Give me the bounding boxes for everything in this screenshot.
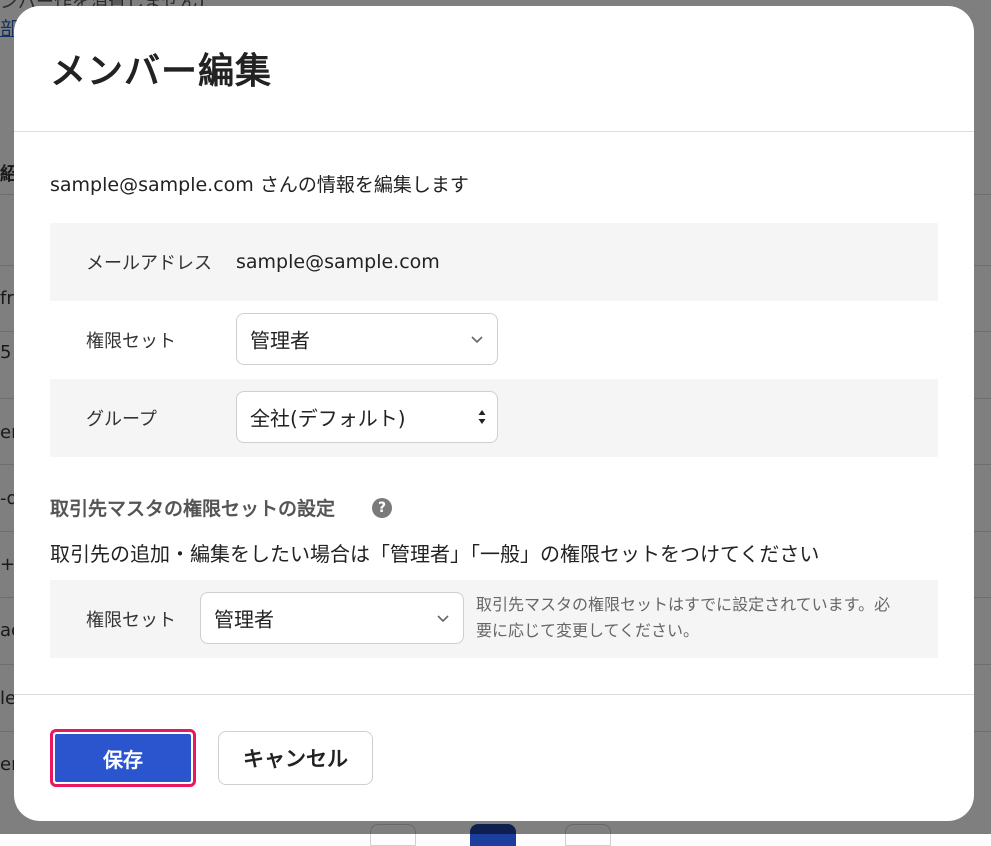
- chevron-down-icon: [437, 615, 449, 623]
- cancel-button[interactable]: キャンセル: [218, 731, 373, 785]
- supplier-permission-select[interactable]: 管理者: [200, 592, 464, 644]
- email-value: sample@sample.com: [236, 251, 440, 273]
- supplier-permission-row: 権限セット 管理者 取引先マスタの権限セットはすでに設定されています。必要に応じ…: [50, 580, 938, 658]
- dialog-header: メンバー編集: [14, 6, 974, 132]
- up-down-arrows-icon: [478, 410, 486, 424]
- permission-selected-value: 管理者: [250, 328, 310, 353]
- supplier-permission-selected-value: 管理者: [214, 607, 274, 632]
- permission-label: 権限セット: [86, 331, 176, 352]
- group-label: グループ: [86, 409, 157, 430]
- group-selected-value: 全社(デフォルト): [250, 406, 406, 431]
- dialog-intro-text: sample@sample.com さんの情報を編集します: [50, 174, 469, 196]
- supplier-permission-note: 取引先マスタの権限セットはすでに設定されています。必要に応じて変更してください。: [476, 595, 891, 640]
- group-row: グループ 全社(デフォルト): [50, 379, 938, 457]
- save-button[interactable]: 保存: [50, 729, 196, 787]
- email-label: メールアドレス: [86, 253, 212, 274]
- help-icon[interactable]: ?: [372, 498, 392, 518]
- supplier-section-description: 取引先の追加・編集をしたい場合は「管理者」「一般」の権限セットをつけてください: [50, 542, 820, 566]
- save-button-label: 保存: [55, 734, 191, 782]
- email-row: メールアドレス sample@sample.com: [50, 223, 938, 301]
- member-edit-dialog: メンバー編集 sample@sample.com さんの情報を編集します メール…: [14, 6, 974, 821]
- supplier-permission-label: 権限セット: [86, 610, 176, 631]
- permission-select[interactable]: 管理者: [236, 313, 498, 365]
- supplier-section-title: 取引先マスタの権限セットの設定: [50, 498, 336, 520]
- dialog-title: メンバー編集: [50, 51, 273, 92]
- group-select[interactable]: 全社(デフォルト): [236, 391, 498, 443]
- footer-divider: [14, 694, 974, 695]
- permission-row: 権限セット 管理者: [50, 301, 938, 379]
- chevron-down-icon: [471, 336, 483, 344]
